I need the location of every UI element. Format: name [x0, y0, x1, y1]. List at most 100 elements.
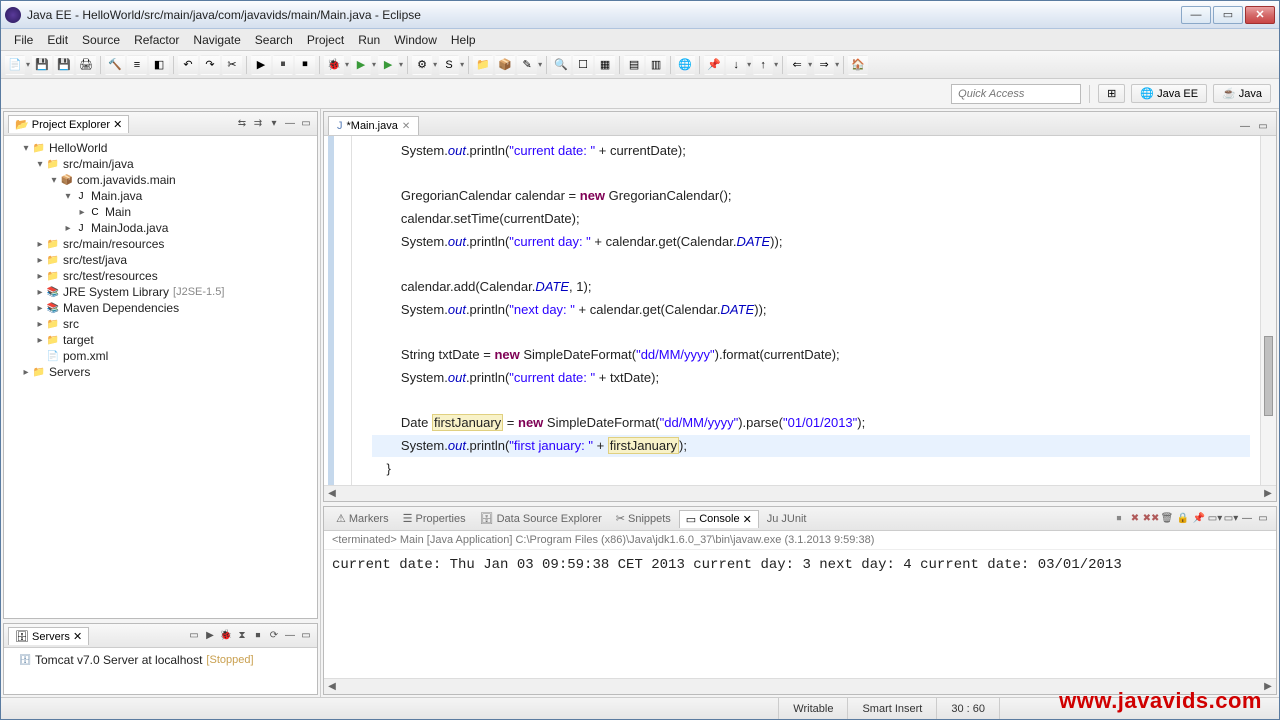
debug-button[interactable]: 🐞: [324, 55, 344, 75]
profile-server-icon[interactable]: ⧗: [235, 629, 249, 643]
servers-action-icon[interactable]: ▭: [187, 629, 201, 643]
menu-run[interactable]: Run: [351, 31, 387, 49]
tab-dse[interactable]: 🗄 Data Source Explorer: [474, 510, 608, 527]
toggle-breadcrumb-button[interactable]: ≡: [127, 55, 147, 75]
maximize-button[interactable]: ▭: [1213, 6, 1243, 24]
toggle-mark-button[interactable]: ◧: [149, 55, 169, 75]
servers-maximize-icon[interactable]: ▭: [299, 629, 313, 643]
project-tree[interactable]: ▾📁HelloWorld▾📁src/main/java▾📦com.javavid…: [4, 136, 317, 618]
resume-button[interactable]: ▶: [251, 55, 271, 75]
maximize-view-icon[interactable]: ▭: [299, 117, 313, 131]
minimize-button[interactable]: —: [1181, 6, 1211, 24]
quick-access-input[interactable]: [951, 84, 1081, 104]
run-last-button[interactable]: ▶: [378, 55, 398, 75]
forward-button[interactable]: ⇒: [814, 55, 834, 75]
menu-edit[interactable]: Edit: [40, 31, 75, 49]
tree-item[interactable]: ▸📚JRE System Library [J2SE-1.5]: [6, 284, 315, 300]
tab-junit[interactable]: Ju JUnit: [761, 511, 813, 527]
menu-help[interactable]: Help: [444, 31, 483, 49]
debug-server-icon[interactable]: 🐞: [219, 629, 233, 643]
save-all-button[interactable]: 💾: [54, 55, 74, 75]
open-perspective-button[interactable]: ⊞: [1098, 84, 1125, 103]
code-area[interactable]: System.out.println("current date: " + cu…: [352, 136, 1260, 485]
redo-button[interactable]: ↷: [200, 55, 220, 75]
tab-snippets[interactable]: ✂ Snippets: [610, 510, 677, 527]
annotate-button[interactable]: ☐: [573, 55, 593, 75]
new-button[interactable]: 📄: [5, 55, 25, 75]
tree-item[interactable]: ▸CMain: [6, 204, 315, 220]
start-server-icon[interactable]: ▶: [203, 629, 217, 643]
tree-item[interactable]: ▸📁Servers: [6, 364, 315, 380]
editor-hscroll[interactable]: ◀▶: [324, 485, 1276, 501]
tree-item[interactable]: ▾📁HelloWorld: [6, 140, 315, 156]
close-tab-icon[interactable]: ✕: [402, 121, 410, 132]
console-minimize-icon[interactable]: —: [1240, 512, 1254, 526]
console-remove-icon[interactable]: ✖: [1128, 512, 1142, 526]
overview-ruler[interactable]: [1260, 136, 1276, 485]
console-maximize-icon[interactable]: ▭: [1256, 512, 1270, 526]
menu-window[interactable]: Window: [387, 31, 444, 49]
prev-anno-button[interactable]: ↑: [753, 55, 773, 75]
editor-maximize-icon[interactable]: ▭: [1256, 119, 1270, 133]
perspective-java[interactable]: ☕ Java: [1213, 84, 1271, 103]
print-button[interactable]: 🖨: [76, 55, 96, 75]
menu-source[interactable]: Source: [75, 31, 127, 49]
save-button[interactable]: 💾: [32, 55, 52, 75]
tasks-button[interactable]: ▥: [646, 55, 666, 75]
next-anno-button[interactable]: ↓: [726, 55, 746, 75]
console-open-icon[interactable]: ▭▾: [1224, 512, 1238, 526]
tree-item[interactable]: ▸📁src/test/java: [6, 252, 315, 268]
menu-navigate[interactable]: Navigate: [186, 31, 247, 49]
servers-minimize-icon[interactable]: —: [283, 629, 297, 643]
perspective-javaee[interactable]: 🌐 Java EE: [1131, 84, 1207, 103]
view-menu-icon[interactable]: ▾: [267, 117, 281, 131]
new-project-button[interactable]: 📁: [473, 55, 493, 75]
menu-search[interactable]: Search: [248, 31, 300, 49]
server-button[interactable]: S: [439, 55, 459, 75]
suspend-button[interactable]: ⏸: [273, 55, 293, 75]
console-remove-all-icon[interactable]: ✖✖: [1144, 512, 1158, 526]
tree-item[interactable]: ▾📦com.javavids.main: [6, 172, 315, 188]
tree-item[interactable]: ▸📁src/test/resources: [6, 268, 315, 284]
console-scroll-lock-icon[interactable]: 🔒: [1176, 512, 1190, 526]
editor-gutter[interactable]: [324, 136, 352, 485]
outline-button[interactable]: ▤: [624, 55, 644, 75]
editor-minimize-icon[interactable]: —: [1238, 119, 1252, 133]
tree-item[interactable]: ▾📁src/main/java: [6, 156, 315, 172]
console-clear-icon[interactable]: 🗑: [1160, 512, 1174, 526]
servers-tab[interactable]: 🗄 Servers ✕: [8, 627, 89, 645]
tree-item[interactable]: ▸📁src: [6, 316, 315, 332]
back-button[interactable]: ⇐: [787, 55, 807, 75]
tab-console[interactable]: ▭ Console ✕: [679, 510, 759, 528]
browser-button[interactable]: 🌐: [675, 55, 695, 75]
console-terminate-icon[interactable]: ⏹: [1112, 512, 1126, 526]
link-editor-icon[interactable]: ⇉: [251, 117, 265, 131]
console-output[interactable]: current date: Thu Jan 03 09:59:38 CET 20…: [324, 550, 1276, 678]
tab-markers[interactable]: ⚠ Markers: [330, 510, 395, 527]
terminate-button[interactable]: ⏹: [295, 55, 315, 75]
project-explorer-tab[interactable]: 📂 Project Explorer ✕: [8, 115, 129, 133]
console-pin-icon[interactable]: 📌: [1192, 512, 1206, 526]
cut-button[interactable]: ✂: [222, 55, 242, 75]
publish-server-icon[interactable]: ⟳: [267, 629, 281, 643]
external-tools-button[interactable]: ⚙: [412, 55, 432, 75]
toggle-block-button[interactable]: ▦: [595, 55, 615, 75]
undo-button[interactable]: ↶: [178, 55, 198, 75]
tree-item[interactable]: ▾JMain.java: [6, 188, 315, 204]
home-button[interactable]: 🏠: [848, 55, 868, 75]
new-package-button[interactable]: 📦: [495, 55, 515, 75]
collapse-all-icon[interactable]: ⇆: [235, 117, 249, 131]
tree-item[interactable]: ▸📁src/main/resources: [6, 236, 315, 252]
tree-item[interactable]: 📄pom.xml: [6, 348, 315, 364]
server-item[interactable]: 🗄 Tomcat v7.0 Server at localhost [Stopp…: [6, 652, 315, 668]
close-button[interactable]: ✕: [1245, 6, 1275, 24]
stop-server-icon[interactable]: ⏹: [251, 629, 265, 643]
menu-file[interactable]: File: [7, 31, 40, 49]
tree-item[interactable]: ▸📚Maven Dependencies: [6, 300, 315, 316]
menu-refactor[interactable]: Refactor: [127, 31, 186, 49]
tab-properties[interactable]: ☰ Properties: [397, 510, 472, 527]
build-button[interactable]: 🔨: [105, 55, 125, 75]
wand-button[interactable]: ✎: [517, 55, 537, 75]
minimize-view-icon[interactable]: —: [283, 117, 297, 131]
search-button[interactable]: 🔍: [551, 55, 571, 75]
